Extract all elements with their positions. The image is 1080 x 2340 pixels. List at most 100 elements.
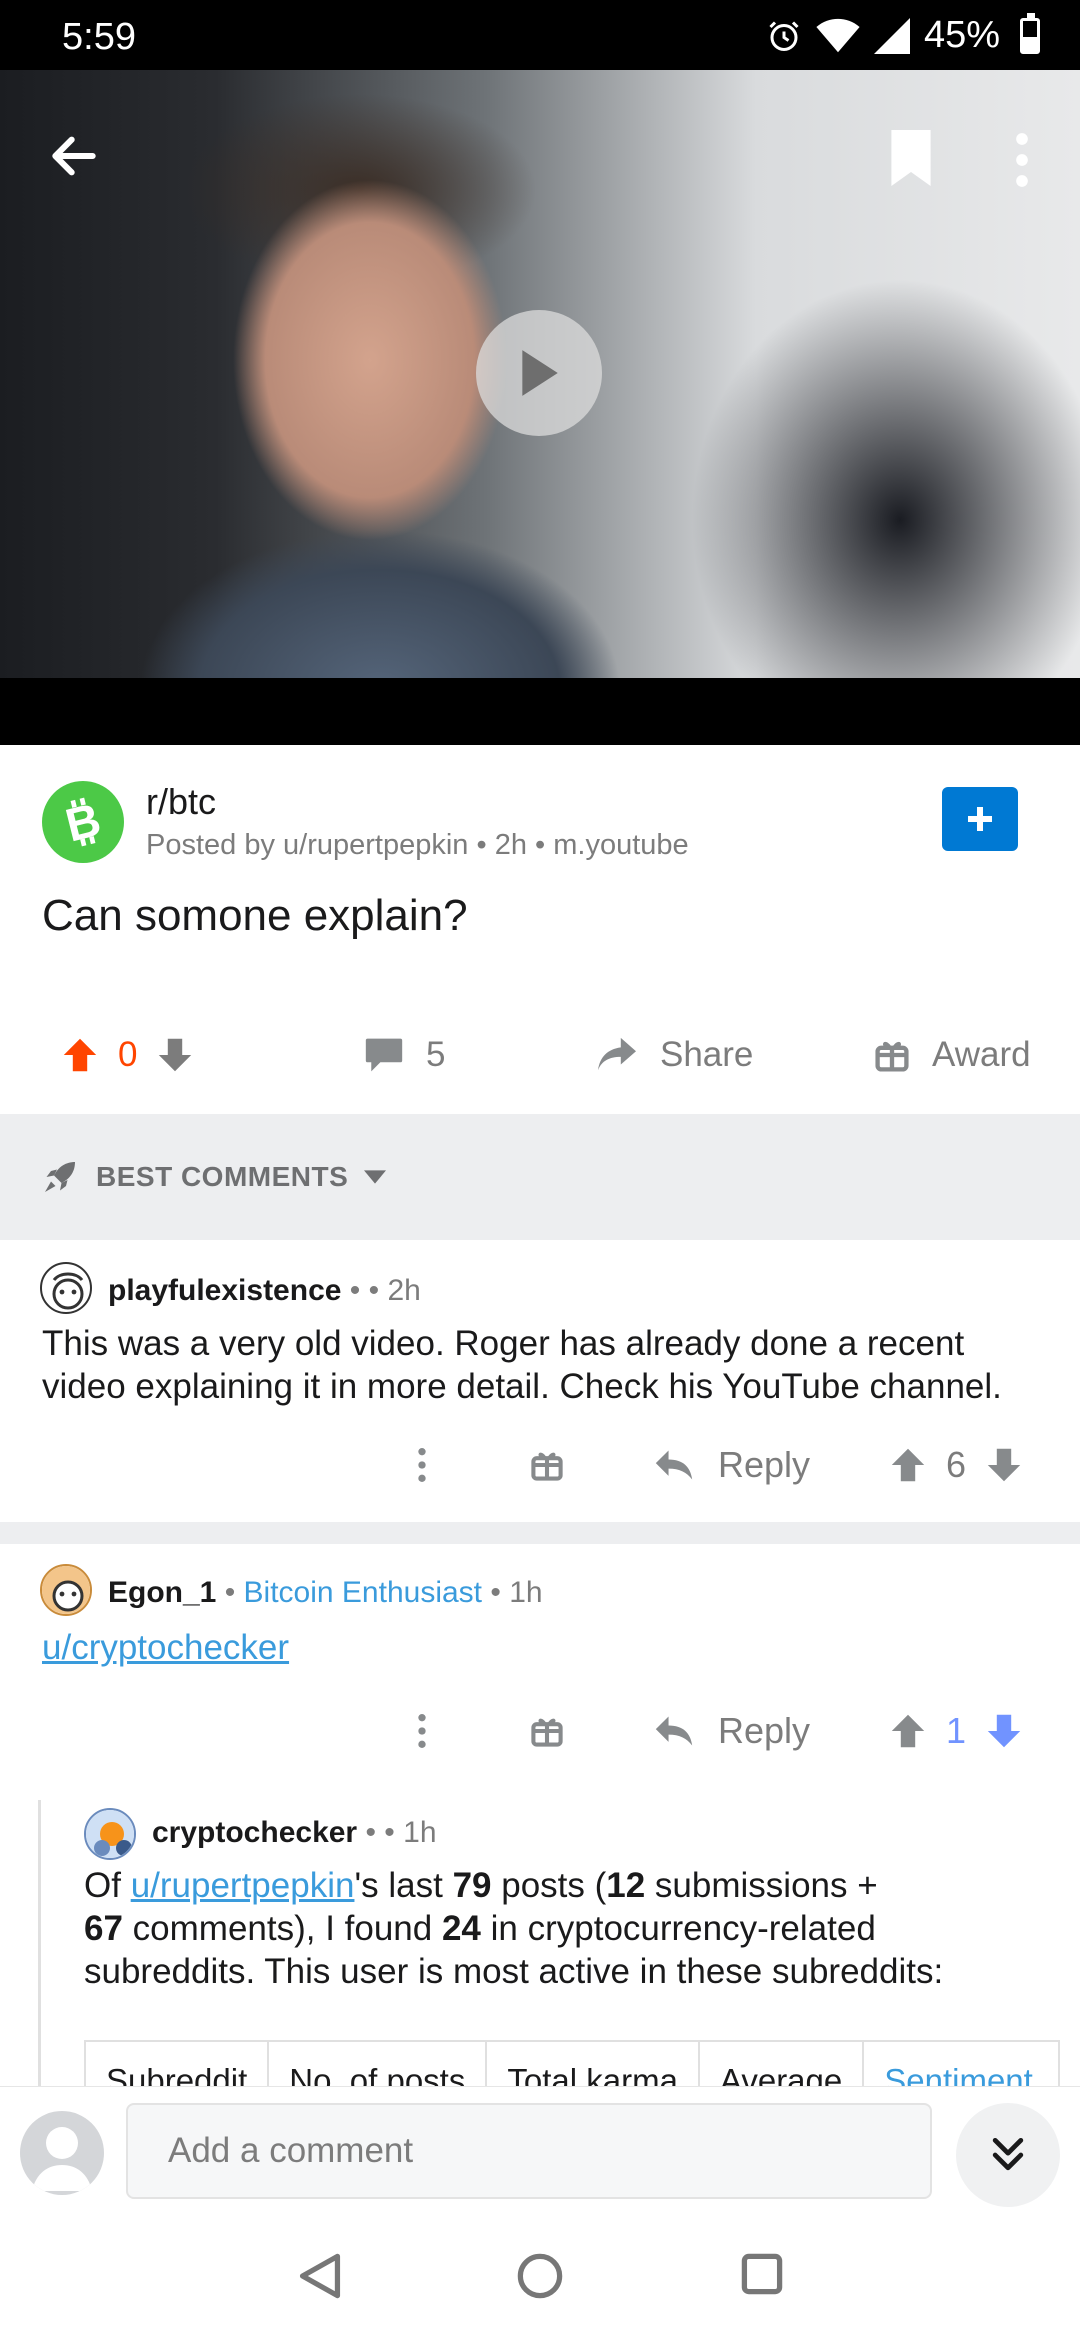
user-flair: Bitcoin Enthusiast	[243, 1576, 483, 1609]
jump-to-next-button[interactable]	[956, 2103, 1060, 2207]
user-avatar[interactable]	[20, 2111, 104, 2195]
cell-signal-icon	[873, 17, 910, 54]
share-button[interactable]: Share	[596, 1010, 753, 1100]
more-vertical-icon[interactable]	[1012, 132, 1032, 188]
comment-composer	[0, 2086, 1080, 2216]
nav-recents-icon[interactable]	[740, 2252, 784, 2296]
downvote-icon[interactable]	[986, 1712, 1022, 1750]
comment-age: • 1h	[482, 1576, 543, 1609]
award-label: Award	[932, 1035, 1031, 1074]
comment-age: • 1h	[384, 1816, 437, 1849]
comment-vote: 6	[890, 1430, 1022, 1500]
comment-sort-bar[interactable]: BEST COMMENTS	[0, 1114, 1080, 1240]
vote-controls: 0	[62, 1010, 193, 1100]
comment-actions: Reply 1	[0, 1696, 1080, 1766]
body-text: Of	[84, 1866, 131, 1905]
reply-label: Reply	[718, 1710, 811, 1751]
alarm-icon	[769, 20, 799, 51]
body-text: comments), I found	[122, 1909, 442, 1948]
more-vertical-icon	[418, 1714, 426, 1748]
award-button[interactable]	[530, 1430, 564, 1500]
avatar[interactable]	[40, 1262, 92, 1314]
body-number: 12	[606, 1866, 646, 1905]
comment-count: 5	[426, 1035, 446, 1074]
gift-icon	[531, 1452, 563, 1481]
upvote-icon[interactable]	[890, 1712, 926, 1750]
back-arrow-icon[interactable]	[46, 128, 102, 184]
comment-body: u/cryptochecker	[42, 1626, 289, 1669]
comment-age: • 2h	[368, 1274, 421, 1307]
subreddit-avatar[interactable]: B	[42, 781, 124, 863]
status-time: 5:59	[62, 16, 136, 58]
comment-icon	[365, 1038, 403, 1072]
comment-input[interactable]	[126, 2103, 932, 2199]
join-button[interactable]	[942, 787, 1018, 851]
comment-username[interactable]: playfulexistence	[108, 1274, 341, 1307]
battery-percent: 45%	[923, 14, 1000, 56]
play-icon	[522, 350, 558, 396]
comment-username[interactable]: cryptochecker	[152, 1816, 357, 1849]
subreddit-name[interactable]: r/btc	[146, 781, 216, 823]
comment-separator: •	[341, 1274, 369, 1307]
thread-line[interactable]	[38, 1800, 41, 2090]
downvote-icon[interactable]	[986, 1446, 1022, 1484]
chevron-down-icon	[364, 1170, 387, 1184]
comment-body: This was a very old video. Roger has alr…	[42, 1324, 1002, 1406]
comment-author[interactable]: Egon_1 • Bitcoin Enthusiast • 1h	[108, 1576, 543, 1610]
body-number: 79	[452, 1866, 492, 1905]
reply-icon	[655, 1450, 693, 1480]
gift-icon	[531, 1718, 563, 1747]
comments-button[interactable]: 5	[364, 1010, 445, 1100]
avatar[interactable]	[40, 1564, 92, 1616]
user-silhouette-icon	[32, 2127, 92, 2191]
nav-home-icon[interactable]	[516, 2252, 564, 2300]
comment-score: 1	[946, 1710, 967, 1751]
wifi-icon	[816, 18, 860, 52]
more-options-button[interactable]	[412, 1696, 432, 1766]
post-domain[interactable]: m.youtube	[553, 829, 688, 861]
bookmark-icon[interactable]	[890, 130, 932, 186]
award-button[interactable]: Award	[874, 1010, 1031, 1100]
plus-icon	[968, 807, 992, 831]
user-mention-link[interactable]: u/rupertpepkin	[131, 1866, 355, 1905]
body-number: 24	[441, 1909, 481, 1948]
nav-back-icon[interactable]	[298, 2252, 342, 2300]
user-mention-link[interactable]: u/cryptochecker	[42, 1628, 289, 1667]
share-label: Share	[660, 1035, 754, 1074]
bitcoin-cash-icon: B	[60, 794, 105, 850]
upvote-icon[interactable]	[62, 1036, 98, 1074]
post-title: Can somone explain?	[42, 891, 468, 940]
snoo-avatar-icon	[42, 1566, 90, 1614]
share-icon	[598, 1037, 636, 1071]
comment-username[interactable]: Egon_1	[108, 1576, 216, 1609]
comment-author[interactable]: cryptochecker • • 1h	[152, 1816, 437, 1850]
battery-icon	[1020, 12, 1040, 54]
body-text: submissions +	[645, 1866, 878, 1905]
reply-label: Reply	[718, 1444, 811, 1485]
more-vertical-icon	[418, 1448, 426, 1482]
post-author[interactable]: u/rupertpepkin	[283, 829, 468, 861]
post-meta: Posted by u/rupertpepkin • 2h • m.youtub…	[146, 829, 689, 862]
status-bar: 5:59 45%	[0, 0, 1080, 70]
comment-body: Of u/rupertpepkin's last 79 posts (12 su…	[84, 1864, 1044, 1993]
video-player[interactable]	[0, 70, 1080, 745]
upvote-icon[interactable]	[890, 1446, 926, 1484]
reply-button[interactable]: Reply	[654, 1430, 810, 1500]
post-actions: 0 5 Share Award	[0, 1010, 1080, 1100]
avatar[interactable]	[84, 1808, 136, 1860]
comment-actions: Reply 6	[0, 1430, 1080, 1500]
system-nav-bar	[0, 2216, 1080, 2340]
gift-icon	[875, 1041, 909, 1072]
comment-vote: 1	[890, 1696, 1022, 1766]
comment-author[interactable]: playfulexistence • • 2h	[108, 1274, 421, 1308]
body-number: 67	[84, 1909, 123, 1948]
reply-button[interactable]: Reply	[654, 1696, 810, 1766]
snoo-avatar-icon	[86, 1810, 134, 1858]
play-button[interactable]	[476, 310, 602, 436]
award-button[interactable]	[530, 1696, 564, 1766]
downvote-icon[interactable]	[157, 1036, 193, 1074]
rocket-icon	[45, 1162, 75, 1192]
double-chevron-down-icon	[992, 2137, 1024, 2171]
more-options-button[interactable]	[412, 1430, 432, 1500]
body-text: posts (	[491, 1866, 607, 1905]
